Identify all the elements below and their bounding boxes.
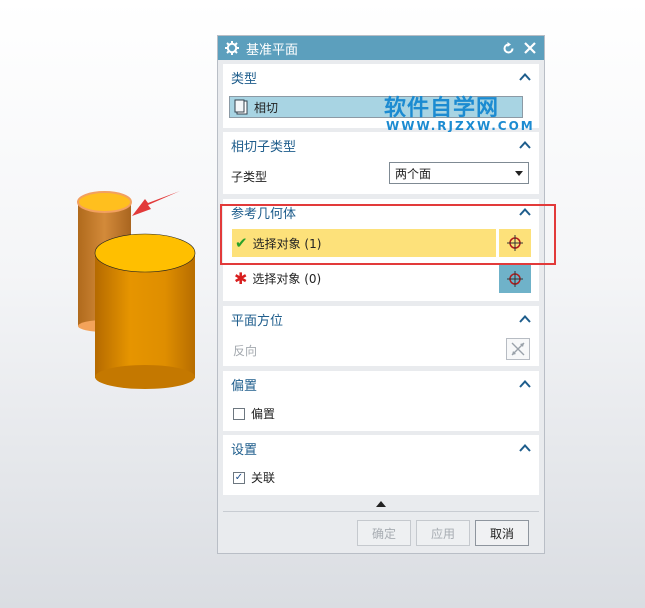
- associative-checkbox-row[interactable]: ✓ 关联: [233, 469, 275, 486]
- section-offset: 偏置 偏置: [223, 371, 539, 431]
- section-settings-header[interactable]: 设置: [223, 435, 539, 461]
- collapse-caret-icon[interactable]: [519, 314, 531, 324]
- cylinder-small: [77, 191, 132, 332]
- cancel-button[interactable]: 取消: [475, 520, 529, 546]
- associative-checkbox[interactable]: ✓: [233, 471, 245, 484]
- gear-icon: [224, 40, 240, 56]
- section-settings: 设置 ✓ 关联: [223, 435, 539, 495]
- section-type-title: 类型: [231, 71, 258, 87]
- subtype-selected: 两个面: [395, 166, 432, 181]
- title-bar: 基准平面: [218, 36, 544, 60]
- section-subtype: 相切子类型 子类型 两个面: [223, 132, 539, 194]
- more-options-toggle[interactable]: [223, 497, 539, 511]
- reset-icon[interactable]: [500, 40, 516, 56]
- required-star-icon: ✱: [234, 268, 248, 288]
- cylinder-large: [94, 233, 196, 389]
- section-orientation: 平面方位 反向: [223, 306, 539, 366]
- associative-checkbox-label: 关联: [251, 471, 276, 485]
- tangent-plane-icon: [234, 99, 248, 115]
- section-type-header[interactable]: 类型: [223, 64, 539, 90]
- pointer-arrow: [132, 191, 180, 216]
- reverse-label: 反向: [233, 344, 258, 358]
- section-offset-header[interactable]: 偏置: [223, 371, 539, 397]
- datum-plane-dialog: 基准平面 类型 相切 软件自学网 WWW.RJZXW.COM 相切子类型 子类型: [217, 35, 545, 554]
- collapse-caret-icon[interactable]: [519, 443, 531, 453]
- subtype-label: 子类型: [231, 170, 268, 184]
- section-subtype-title: 相切子类型: [231, 139, 297, 155]
- crosshair-icon: [507, 271, 523, 287]
- watermark-main: 软件自学网: [384, 96, 500, 121]
- highlight-annotation: [220, 204, 556, 265]
- reverse-arrows-icon: [511, 342, 525, 356]
- collapse-caret-icon[interactable]: [519, 379, 531, 389]
- offset-checkbox-row[interactable]: 偏置: [233, 405, 275, 422]
- watermark-logo: 软件自学网 WWW.RJZXW.COM: [384, 90, 534, 136]
- subtype-dropdown[interactable]: 两个面: [389, 162, 529, 184]
- offset-checkbox[interactable]: [233, 407, 245, 420]
- section-orientation-title: 平面方位: [231, 313, 284, 329]
- reverse-direction-button[interactable]: [506, 338, 530, 360]
- footer-divider: [223, 511, 539, 512]
- reverse-row: 反向: [233, 342, 257, 359]
- section-orientation-header[interactable]: 平面方位: [223, 306, 539, 332]
- expand-up-icon: [376, 501, 386, 507]
- dialog-title: 基准平面: [246, 42, 299, 58]
- collapse-caret-icon[interactable]: [519, 72, 531, 82]
- section-offset-title: 偏置: [231, 378, 258, 394]
- select-object-button-2[interactable]: [499, 265, 531, 293]
- watermark-sub: WWW.RJZXW.COM: [386, 119, 535, 133]
- subtype-row: 子类型: [231, 168, 267, 185]
- apply-button[interactable]: 应用: [416, 520, 470, 546]
- select-object-2-label: 选择对象 (0): [252, 271, 322, 286]
- section-settings-title: 设置: [231, 442, 258, 458]
- type-value: 相切: [254, 100, 279, 115]
- offset-checkbox-label: 偏置: [251, 407, 276, 421]
- close-icon[interactable]: [522, 40, 538, 56]
- chevron-down-icon: [515, 171, 523, 176]
- select-object-row-2[interactable]: ✱ 选择对象 (0): [234, 265, 321, 291]
- ok-button[interactable]: 确定: [357, 520, 411, 546]
- collapse-caret-icon[interactable]: [519, 140, 531, 150]
- section-subtype-header[interactable]: 相切子类型: [223, 132, 539, 158]
